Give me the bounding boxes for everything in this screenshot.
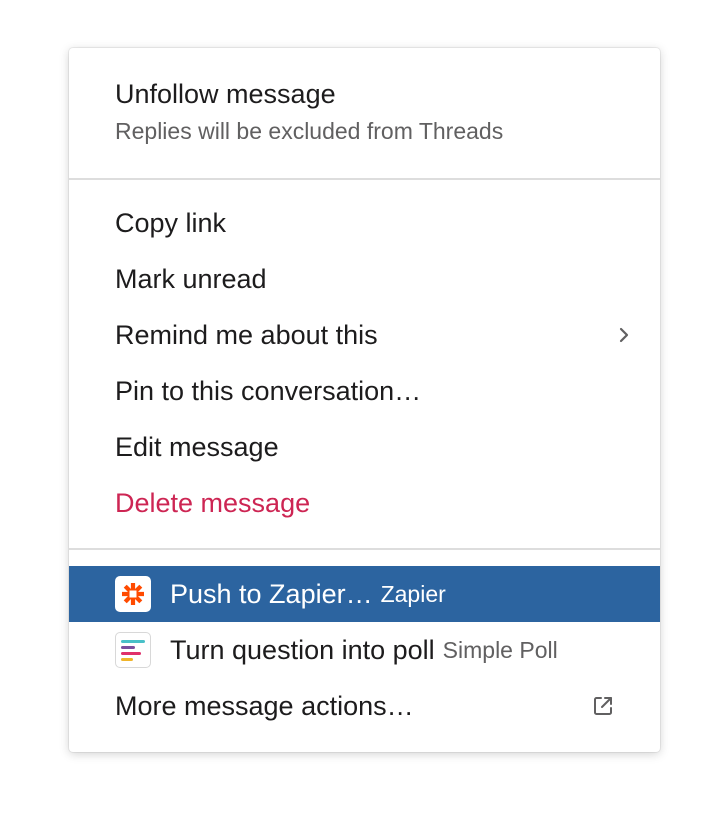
chevron-right-icon bbox=[618, 327, 630, 343]
remind-me-label: Remind me about this bbox=[115, 319, 378, 350]
copy-link-item[interactable]: Copy link bbox=[69, 195, 660, 251]
delete-message-item[interactable]: Delete message bbox=[69, 475, 660, 531]
more-message-actions-item[interactable]: More message actions… bbox=[69, 678, 660, 734]
simple-poll-app-label: Simple Poll bbox=[442, 636, 558, 663]
pin-to-conversation-label: Pin to this conversation… bbox=[115, 375, 422, 406]
edit-message-item[interactable]: Edit message bbox=[69, 419, 660, 475]
push-to-zapier-item[interactable]: Push to Zapier… Zapier bbox=[69, 566, 660, 622]
unfollow-message-label: Unfollow message bbox=[115, 79, 336, 109]
remind-me-item[interactable]: Remind me about this bbox=[69, 307, 660, 363]
menu-divider bbox=[69, 548, 660, 550]
delete-message-label: Delete message bbox=[115, 487, 311, 518]
mark-unread-item[interactable]: Mark unread bbox=[69, 251, 660, 307]
push-to-zapier-label: Push to Zapier… bbox=[170, 578, 373, 609]
simple-poll-icon bbox=[115, 632, 151, 668]
unfollow-message-item[interactable]: Unfollow message Replies will be exclude… bbox=[115, 76, 503, 148]
zapier-icon bbox=[115, 576, 151, 612]
unfollow-message-description: Replies will be excluded from Threads bbox=[115, 118, 504, 144]
external-link-icon bbox=[591, 694, 615, 718]
more-message-actions-label: More message actions… bbox=[115, 690, 414, 721]
menu-divider bbox=[69, 178, 660, 180]
turn-question-into-poll-item[interactable]: Turn question into poll Simple Poll bbox=[69, 622, 660, 678]
turn-question-into-poll-label: Turn question into poll bbox=[170, 634, 435, 665]
pin-to-conversation-item[interactable]: Pin to this conversation… bbox=[69, 363, 660, 419]
zapier-app-label: Zapier bbox=[380, 580, 446, 607]
message-actions-menu: Unfollow message Replies will be exclude… bbox=[69, 48, 660, 752]
mark-unread-label: Mark unread bbox=[115, 263, 267, 294]
copy-link-label: Copy link bbox=[115, 207, 227, 238]
edit-message-label: Edit message bbox=[115, 431, 279, 462]
